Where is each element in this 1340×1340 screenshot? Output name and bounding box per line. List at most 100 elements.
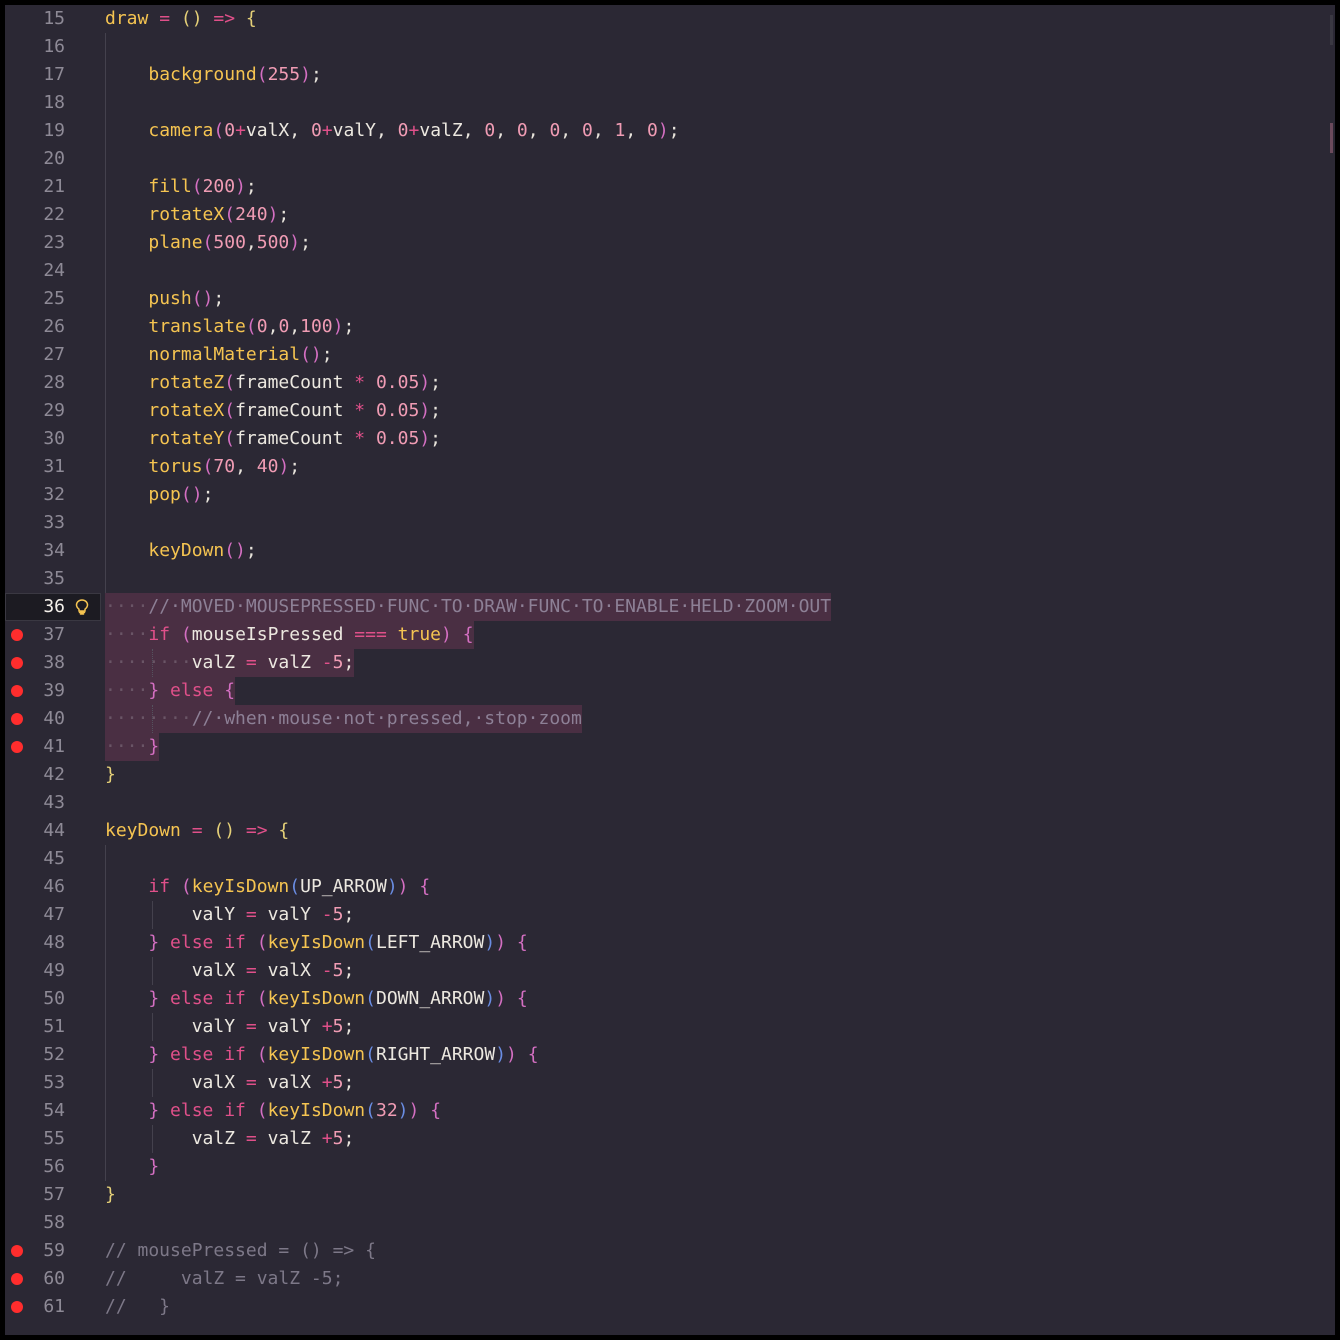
- line-code[interactable]: pop();: [105, 481, 213, 509]
- line-code[interactable]: push();: [105, 285, 224, 313]
- line-number[interactable]: 18: [5, 89, 65, 117]
- line-number[interactable]: 43: [5, 789, 65, 817]
- line-code[interactable]: if (keyIsDown(UP_ARROW)) {: [105, 873, 430, 901]
- line-code[interactable]: draw = () => {: [105, 5, 257, 33]
- code-line[interactable]: 48 } else if (keyIsDown(LEFT_ARROW)) {: [5, 929, 1335, 957]
- line-number[interactable]: 52: [5, 1041, 65, 1069]
- line-number[interactable]: 28: [5, 369, 65, 397]
- code-line[interactable]: 30 rotateY(frameCount * 0.05);: [5, 425, 1335, 453]
- code-line[interactable]: 57}: [5, 1181, 1335, 1209]
- line-number[interactable]: 44: [5, 817, 65, 845]
- line-code[interactable]: ········valZ = valZ -5;: [105, 649, 355, 677]
- code-line[interactable]: 42}: [5, 761, 1335, 789]
- line-code[interactable]: valZ = valZ +5;: [105, 1125, 355, 1153]
- line-number[interactable]: 30: [5, 425, 65, 453]
- line-code[interactable]: keyDown();: [105, 537, 256, 565]
- code-line[interactable]: 16: [5, 33, 1335, 61]
- line-code[interactable]: }: [105, 1181, 116, 1209]
- code-line[interactable]: 52 } else if (keyIsDown(RIGHT_ARROW)) {: [5, 1041, 1335, 1069]
- line-code[interactable]: ····//·MOVED·MOUSEPRESSED·FUNC·TO·DRAW·F…: [105, 593, 832, 621]
- code-line[interactable]: 59// mousePressed = () => {: [5, 1237, 1335, 1265]
- code-editor[interactable]: 15 draw = () => {16 17 background(255); 18 1…: [5, 5, 1335, 1335]
- code-line[interactable]: 46 if (keyIsDown(UP_ARROW)) {: [5, 873, 1335, 901]
- code-line[interactable]: 55 valZ = valZ +5;: [5, 1125, 1335, 1153]
- line-code[interactable]: rotateX(240);: [105, 201, 289, 229]
- line-number[interactable]: 57: [5, 1181, 65, 1209]
- code-line[interactable]: 22 rotateX(240);: [5, 201, 1335, 229]
- code-line[interactable]: 35: [5, 565, 1335, 593]
- code-line[interactable]: 49 valX = valX -5;: [5, 957, 1335, 985]
- code-line[interactable]: 32 pop();: [5, 481, 1335, 509]
- line-number[interactable]: 58: [5, 1209, 65, 1237]
- line-number[interactable]: 47: [5, 901, 65, 929]
- line-number[interactable]: 56: [5, 1153, 65, 1181]
- breakpoint-icon[interactable]: [11, 685, 23, 697]
- line-number[interactable]: 31: [5, 453, 65, 481]
- line-code[interactable]: fill(200);: [105, 173, 256, 201]
- code-line[interactable]: 28 rotateZ(frameCount * 0.05);: [5, 369, 1335, 397]
- line-number[interactable]: 22: [5, 201, 65, 229]
- code-line[interactable]: 19 camera(0+valX, 0+valY, 0+valZ, 0, 0, …: [5, 117, 1335, 145]
- line-number[interactable]: 45: [5, 845, 65, 873]
- code-line[interactable]: 45: [5, 845, 1335, 873]
- line-number[interactable]: 50: [5, 985, 65, 1013]
- line-number[interactable]: 24: [5, 257, 65, 285]
- line-code[interactable]: plane(500,500);: [105, 229, 311, 257]
- code-line[interactable]: 15 draw = () => {: [5, 5, 1335, 33]
- code-line[interactable]: 41 ····}: [5, 733, 1335, 761]
- code-line[interactable]: 23 plane(500,500);: [5, 229, 1335, 257]
- breakpoint-icon[interactable]: [11, 1273, 23, 1285]
- line-code[interactable]: } else if (keyIsDown(32)) {: [105, 1097, 441, 1125]
- code-line[interactable]: 18: [5, 89, 1335, 117]
- line-number[interactable]: 23: [5, 229, 65, 257]
- line-number[interactable]: 49: [5, 957, 65, 985]
- code-line[interactable]: 17 background(255);: [5, 61, 1335, 89]
- breakpoint-icon[interactable]: [11, 1245, 23, 1257]
- breakpoint-icon[interactable]: [11, 1301, 23, 1313]
- line-number[interactable]: 51: [5, 1013, 65, 1041]
- line-code[interactable]: rotateX(frameCount * 0.05);: [105, 397, 441, 425]
- code-line[interactable]: 29 rotateX(frameCount * 0.05);: [5, 397, 1335, 425]
- line-number[interactable]: 21: [5, 173, 65, 201]
- code-line[interactable]: 24: [5, 257, 1335, 285]
- code-line[interactable]: 54 } else if (keyIsDown(32)) {: [5, 1097, 1335, 1125]
- code-line[interactable]: 36 ····//·MOVED·MOUSEPRESSED·FUNC·TO·DRAW…: [5, 593, 1335, 621]
- line-number[interactable]: 46: [5, 873, 65, 901]
- line-number[interactable]: 32: [5, 481, 65, 509]
- line-code[interactable]: valX = valX -5;: [105, 957, 355, 985]
- line-number[interactable]: 35: [5, 565, 65, 593]
- code-line[interactable]: 21 fill(200);: [5, 173, 1335, 201]
- line-number[interactable]: 54: [5, 1097, 65, 1125]
- line-number[interactable]: 53: [5, 1069, 65, 1097]
- line-number[interactable]: 19: [5, 117, 65, 145]
- code-line[interactable]: 26 translate(0,0,100);: [5, 313, 1335, 341]
- code-line[interactable]: 60// valZ = valZ -5;: [5, 1265, 1335, 1293]
- code-line[interactable]: 40 ········//·when·mouse·not·pressed,·sto…: [5, 705, 1335, 733]
- lightbulb-icon[interactable]: [73, 598, 91, 616]
- code-line[interactable]: 61// }: [5, 1293, 1335, 1321]
- line-code[interactable]: valY = valY -5;: [105, 901, 355, 929]
- code-line[interactable]: 47 valY = valY -5;: [5, 901, 1335, 929]
- code-line[interactable]: 58: [5, 1209, 1335, 1237]
- code-line[interactable]: 43: [5, 789, 1335, 817]
- line-number[interactable]: 26: [5, 313, 65, 341]
- scrollbar-thumb[interactable]: [1330, 15, 1333, 45]
- line-code[interactable]: ····} else {: [105, 677, 236, 705]
- line-code[interactable]: ····}: [105, 733, 160, 761]
- line-number[interactable]: 33: [5, 509, 65, 537]
- line-code[interactable]: camera(0+valX, 0+valY, 0+valZ, 0, 0, 0, …: [105, 117, 679, 145]
- code-line[interactable]: 37 ····if (mouseIsPressed === true) {: [5, 621, 1335, 649]
- code-line[interactable]: 38 ········valZ = valZ -5;: [5, 649, 1335, 677]
- line-code[interactable]: } else if (keyIsDown(LEFT_ARROW)) {: [105, 929, 527, 957]
- breakpoint-icon[interactable]: [11, 657, 23, 669]
- line-code[interactable]: translate(0,0,100);: [105, 313, 354, 341]
- line-number[interactable]: 15: [5, 5, 65, 33]
- line-code[interactable]: rotateZ(frameCount * 0.05);: [105, 369, 441, 397]
- line-number[interactable]: 42: [5, 761, 65, 789]
- code-line[interactable]: 33: [5, 509, 1335, 537]
- line-code[interactable]: background(255);: [105, 61, 321, 89]
- line-number[interactable]: 25: [5, 285, 65, 313]
- line-code[interactable]: // valZ = valZ -5;: [105, 1265, 343, 1293]
- line-number[interactable]: 36: [5, 593, 65, 621]
- line-code[interactable]: valX = valX +5;: [105, 1069, 355, 1097]
